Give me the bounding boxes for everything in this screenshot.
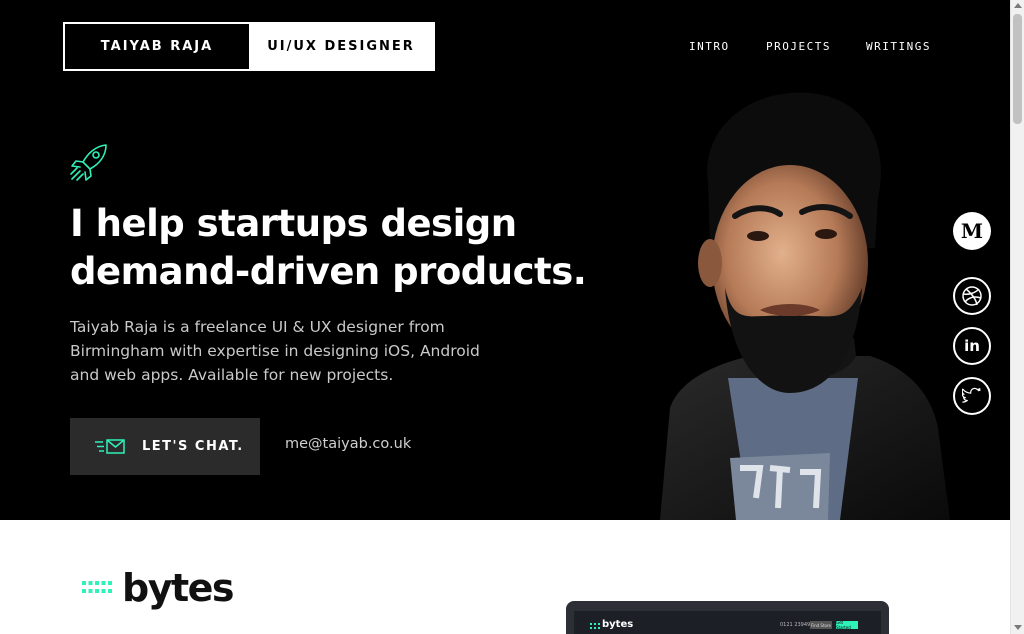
blurb-line-1: Taiyab Raja is a freelance UI & UX desig… xyxy=(70,318,445,336)
lets-chat-label: LET'S CHAT. xyxy=(142,439,244,454)
headline-line-2: demand-driven products. xyxy=(70,250,587,293)
brand-logo[interactable]: TAIYAB RAJA UI/UX DESIGNER xyxy=(63,22,435,71)
lets-chat-button[interactable]: LET'S CHAT. xyxy=(70,418,260,475)
bytes-project-logo[interactable]: bytes xyxy=(82,566,235,610)
linkedin-link[interactable]: in xyxy=(953,327,991,365)
dribbble-link[interactable] xyxy=(953,277,991,315)
brand-role: UI/UX DESIGNER xyxy=(249,24,433,69)
scroll-thumb[interactable] xyxy=(1013,14,1022,124)
blurb-line-2: Birmingham with expertise in designing i… xyxy=(70,342,480,360)
laptop-mockup: bytes 0121 2394900 Find Store Get Starte… xyxy=(566,601,889,634)
bytes-wordmark: bytes xyxy=(122,566,235,610)
email-link[interactable]: me@taiyab.co.uk xyxy=(285,436,411,452)
medium-link[interactable]: M xyxy=(953,212,991,250)
portrait-photo xyxy=(660,92,950,520)
mock-cta: Get Started xyxy=(836,620,858,630)
mock-button: Find Store xyxy=(810,621,832,629)
nav-intro[interactable]: INTRO xyxy=(689,40,730,53)
headline-line-1: I help startups design xyxy=(70,202,517,245)
hero-headline: I help startups design demand-driven pro… xyxy=(70,200,670,296)
mock-logo: bytes xyxy=(602,619,634,630)
hero-section: TAIYAB RAJA UI/UX DESIGNER INTRO PROJECT… xyxy=(0,0,1010,520)
twitter-link[interactable] xyxy=(953,377,991,415)
mail-icon xyxy=(95,438,125,454)
rocket-icon xyxy=(70,144,107,181)
brand-name: TAIYAB RAJA xyxy=(65,24,249,69)
nav-projects[interactable]: PROJECTS xyxy=(766,40,831,53)
scroll-up-arrow-icon[interactable] xyxy=(1014,3,1022,8)
medium-icon: M xyxy=(960,219,984,243)
blurb-line-3: and web apps. Available for new projects… xyxy=(70,366,394,384)
mini-dots-icon xyxy=(590,623,600,629)
hero-description: Taiyab Raja is a freelance UI & UX desig… xyxy=(70,315,530,387)
linkedin-icon: in xyxy=(964,337,980,355)
dribbble-icon xyxy=(962,286,982,306)
nav-writings[interactable]: WRITINGS xyxy=(866,40,931,53)
bytes-dots-icon xyxy=(82,581,112,593)
scroll-down-arrow-icon[interactable] xyxy=(1014,625,1022,630)
page-scrollbar[interactable] xyxy=(1010,0,1024,634)
twitter-icon xyxy=(962,387,981,403)
